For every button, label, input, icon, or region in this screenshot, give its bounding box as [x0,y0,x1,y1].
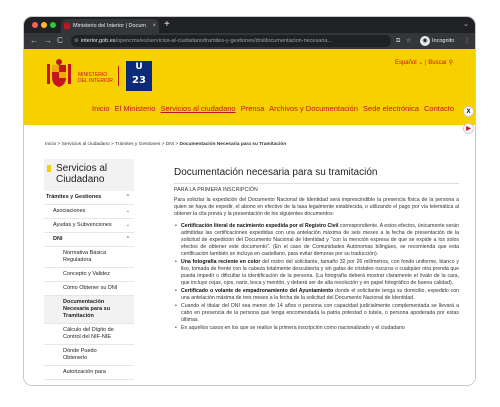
sidebar-item-concepto[interactable]: Concepto y Validez [44,268,134,282]
profile-label: Incognito [432,38,455,44]
sidebar-item-calculo[interactable]: Cálculo del Dígito de Control del NIF-NI… [44,324,134,345]
site-header: MINISTERIO DEL INTERIOR U 23 Español ⌄ |… [24,49,475,125]
minimize-window-button[interactable] [41,22,47,28]
url-path: /opencms/es/servicios-al-ciudadano/trami… [115,38,332,44]
section-subtitle: PARA LA PRIMERA INSCRIPCIÓN [174,187,258,193]
chevron-down-icon: ⌄ [125,208,130,214]
sidebar-item-autorizacion[interactable]: Autorización para [44,366,134,380]
maximize-window-button[interactable] [50,22,56,28]
header-tools: Español ⌄ | Buscar ⚲ [395,59,453,66]
tab-strip: Ministerio del Interior | Docum × + ⌄ [24,17,475,33]
sidebar-title[interactable]: Servicios al Ciudadano [44,159,134,191]
site-info-icon[interactable]: ⚙ [74,35,78,47]
incognito-icon: ◉ [420,36,430,46]
header-divider [118,66,119,86]
tools-separator: | [425,60,427,66]
chevron-down-icon: ⌄ [125,222,130,228]
search-icon: ⚲ [448,60,453,66]
breadcrumb-inicio[interactable]: Inicio [45,142,56,147]
main-content: Documentación necesaria para su tramitac… [174,167,459,333]
breadcrumb-tramites[interactable]: Trámites y Gestiones [115,142,160,147]
sidebar-item-tramites[interactable]: Trámites y Gestiones ⌃ [44,191,134,205]
tab-title: Ministerio del Interior | Docum [73,23,146,29]
list-item: Cuando el titular del DNI sea menor de 1… [174,303,459,324]
sidebar-item-ayudas[interactable]: Ayudas y Subvenciones ⌄ [44,219,134,233]
address-bar[interactable]: ⚙ interior.gob.es/opencms/es/servicios-a… [71,35,391,47]
nav-archivos-y-documentacion[interactable]: Archivos y Documentación [269,104,358,113]
search-link[interactable]: Buscar ⚲ [428,60,453,66]
breadcrumb-servicios[interactable]: Servicios al ciudadano [62,142,110,147]
sidebar-item-como-obtener[interactable]: Cómo Obtener su DNI [44,282,134,296]
web-page: MINISTERIO DEL INTERIOR U 23 Español ⌄ |… [24,49,475,385]
back-button[interactable]: ← [30,33,38,49]
nav-inicio[interactable]: Inicio [92,104,110,113]
sidebar-item-normativa[interactable]: Normativa Básica Reguladora [44,247,134,268]
coat-of-arms-icon[interactable] [46,59,72,89]
sidebar-item-donde[interactable]: Dónde Puedo Obtenerlo [44,345,134,366]
chevron-up-icon: ⌃ [125,194,130,200]
chevron-up-icon: ⌃ [125,236,130,242]
menu-icon[interactable]: ⋮ [464,33,470,49]
language-selector[interactable]: Español ⌄ [395,60,423,66]
main-navigation: Inicio El Ministerio Servicios al ciudad… [92,104,457,113]
page-title: Documentación necesaria para su tramitac… [174,167,378,178]
breadcrumb: Inicio > Servicios al ciudadano > Trámit… [45,142,287,147]
browser-window: Ministerio del Interior | Docum × + ⌄ ← … [24,17,475,385]
bookmark-star-icon[interactable]: ☆ [406,33,411,49]
sidebar-item-documentacion[interactable]: Documentación Necesaria para su Tramitac… [44,296,134,324]
tab-close-icon[interactable]: × [152,19,156,33]
new-tab-button[interactable]: + [164,18,170,32]
nav-contacto[interactable]: Contacto [424,104,454,113]
title-divider [174,183,459,184]
requirements-list: Certificación literal de nacimiento expe… [174,223,459,332]
url-host: interior.gob.es [81,38,116,44]
sidebar-nav: Servicios al Ciudadano Trámites y Gestio… [44,159,134,380]
browser-toolbar: ← → C ⚙ interior.gob.es/opencms/es/servi… [24,33,475,49]
x-social-icon[interactable]: X [463,106,474,117]
tab-search-icon[interactable]: ⌄ [463,18,469,32]
sidebar-item-asociaciones[interactable]: Asociaciones ⌄ [44,205,134,219]
list-item: Certificación literal de nacimiento expe… [174,223,459,258]
breadcrumb-dni[interactable]: DNI [166,142,174,147]
translate-icon[interactable]: ⧉ [396,33,400,49]
list-item: Certificado o volante de empadronamiento… [174,288,459,302]
chevron-right-icon [47,165,52,172]
nav-servicios-al-ciudadano[interactable]: Servicios al ciudadano [161,104,236,113]
list-item: En aquellos casos en los que se realice … [174,325,459,332]
nav-el-ministerio[interactable]: El Ministerio [115,104,156,113]
site-favicon-icon [64,23,70,29]
forward-button[interactable]: → [44,33,52,49]
close-window-button[interactable] [32,22,38,28]
eu-presidency-logo[interactable]: U 23 [126,61,152,91]
breadcrumb-current: Documentación Necesaria para su Tramitac… [179,142,287,147]
list-item: Una fotografía reciente en color del ros… [174,259,459,287]
intro-paragraph: Para solicitar la expedición del Documen… [174,197,459,217]
nav-sede-electronica[interactable]: Sede electrónica [363,104,419,113]
nav-prensa[interactable]: Prensa [241,104,265,113]
ministry-name[interactable]: MINISTERIO DEL INTERIOR [78,72,113,84]
profile-button[interactable]: ◉ Incognito [420,36,457,46]
sidebar-item-dni[interactable]: DNI ⌃ [44,233,134,247]
browser-tab[interactable]: Ministerio del Interior | Docum × [61,19,159,33]
youtube-icon[interactable]: ▶ [463,123,474,134]
reload-button[interactable]: C [57,33,63,49]
